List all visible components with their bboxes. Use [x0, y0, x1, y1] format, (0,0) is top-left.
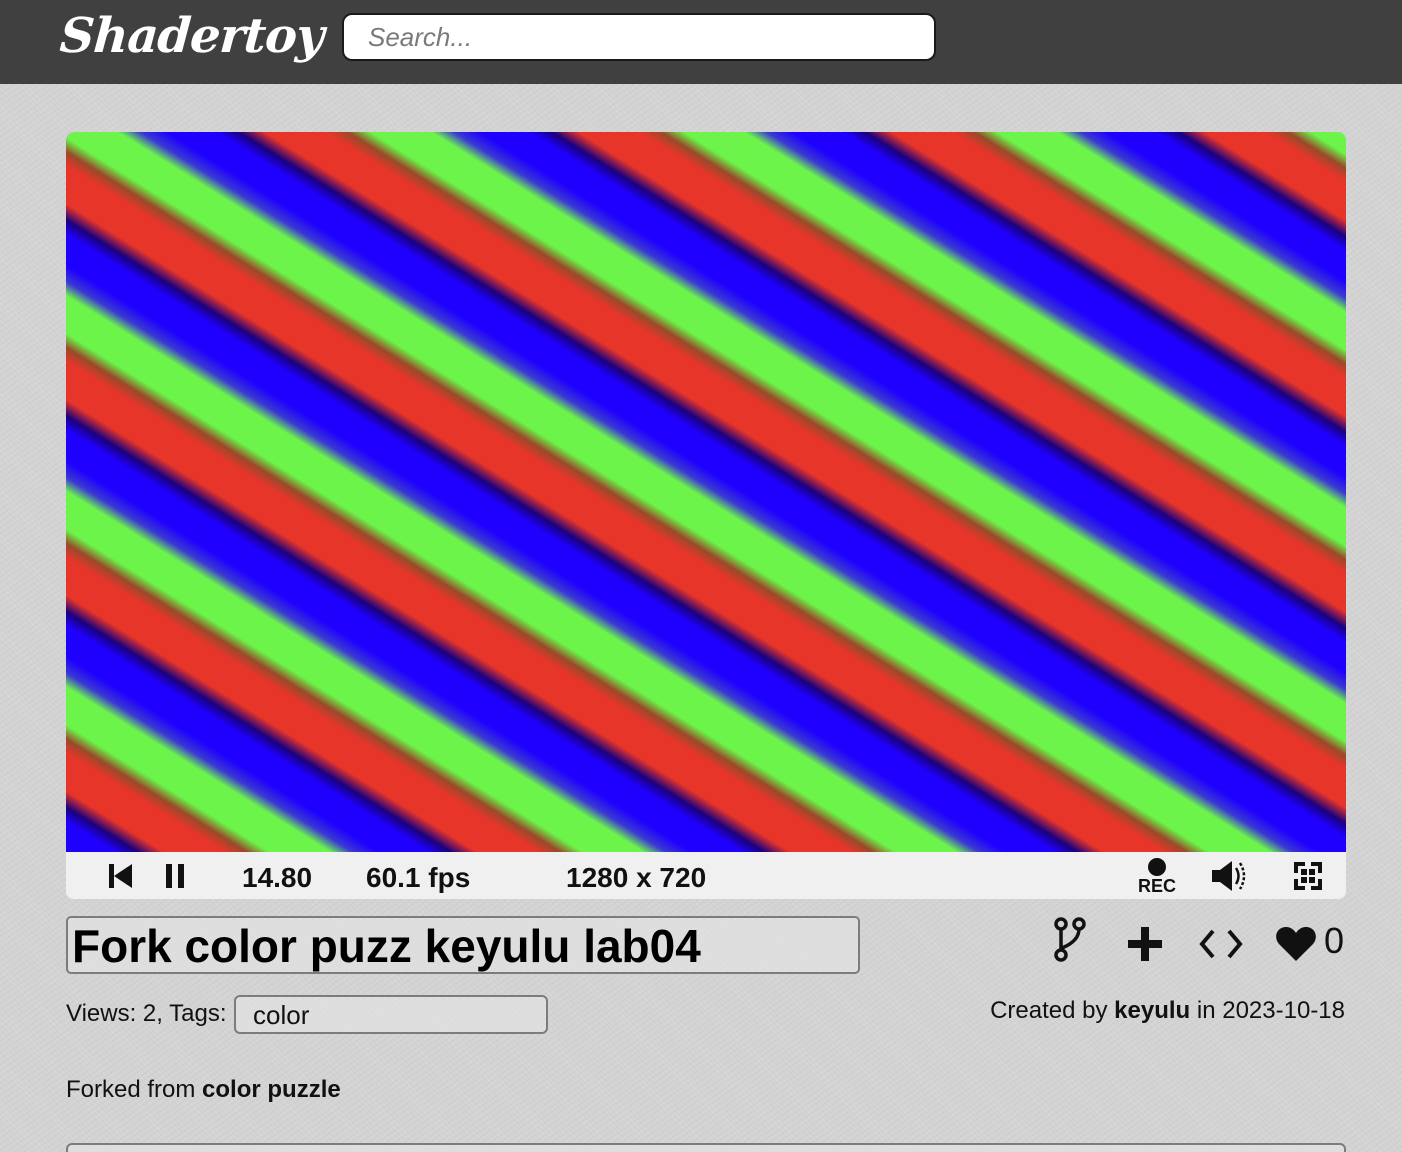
forked-prefix: Forked from — [66, 1076, 196, 1103]
shader-title[interactable]: Fork color puzz keyulu lab04 — [66, 916, 860, 974]
created-by-prefix: Created by — [990, 997, 1108, 1024]
record-icon — [1148, 858, 1166, 876]
add-playlist-icon[interactable] — [1126, 920, 1164, 968]
time-readout: 14.80 — [242, 862, 313, 893]
shader-canvas[interactable] — [66, 132, 1346, 852]
like-count: 0 — [1324, 920, 1345, 961]
embed-code-icon[interactable] — [1198, 920, 1244, 968]
player-controls: 14.80 60.1 fps 1280 x 720 REC — [66, 852, 1346, 899]
resolution-readout: 1280 x 720 — [566, 862, 707, 893]
views-tags-label: Views: 2, Tags: — [66, 1000, 227, 1027]
rewind-icon[interactable] — [108, 862, 134, 890]
pause-icon[interactable] — [164, 862, 188, 890]
rec-label: REC — [1138, 876, 1177, 896]
created-date: 2023-10-18 — [1222, 997, 1345, 1024]
fork-icon[interactable] — [1052, 915, 1088, 963]
description-box[interactable] — [66, 1143, 1346, 1152]
record-button[interactable]: REC — [1134, 856, 1180, 898]
forked-from-line: Forked from color puzzle — [66, 1076, 341, 1104]
fps-readout: 60.1 fps — [366, 862, 471, 893]
tags-field[interactable]: color — [234, 995, 548, 1034]
shader-player: 14.80 60.1 fps 1280 x 720 REC — [66, 132, 1346, 899]
author-link[interactable]: keyulu — [1114, 997, 1190, 1024]
volume-icon[interactable] — [1210, 858, 1250, 894]
search-input[interactable] — [342, 13, 936, 61]
date-prefix: in — [1196, 997, 1216, 1024]
like-heart-icon[interactable] — [1274, 920, 1318, 968]
fullscreen-icon[interactable] — [1294, 862, 1322, 890]
created-by-line: Created by keyulu in 2023-10-18 — [990, 997, 1345, 1025]
shadertoy-logo[interactable]: Shadertoy — [58, 8, 325, 64]
top-bar: Shadertoy — [0, 0, 1402, 84]
forked-from-link[interactable]: color puzzle — [202, 1076, 341, 1103]
